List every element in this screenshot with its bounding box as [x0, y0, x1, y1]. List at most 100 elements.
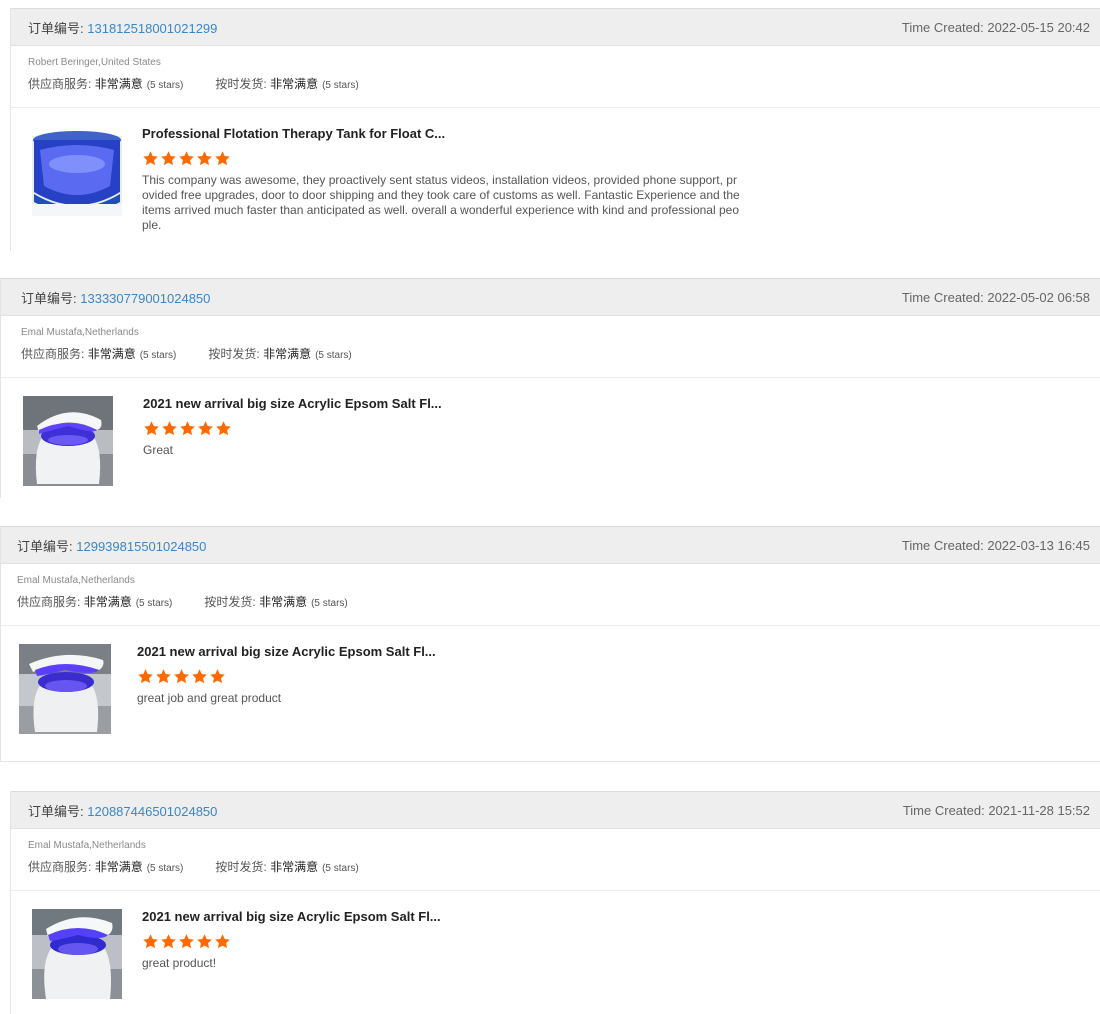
star-icon [191, 668, 208, 685]
review-card: 订单编号: 133330779001024850 Time Created: 2… [0, 278, 1100, 498]
star-icon [160, 150, 177, 167]
review-text: This company was awesome, they proactive… [142, 173, 740, 232]
buyer-name: Robert Beringer,United States [28, 57, 161, 68]
buyer-info: Robert Beringer,United States 供应商服务: 非常满… [11, 46, 1100, 108]
shipping-rating-stars: (5 stars) [311, 598, 348, 609]
order-header: 订单编号: 120887446501024850 Time Created: 2… [11, 791, 1100, 829]
service-rating-value: 非常满意 [94, 860, 143, 874]
star-icon [179, 420, 196, 437]
time-created: Time Created: 2021-11-28 15:52 [902, 802, 1090, 818]
time-created: Time Created: 2022-05-15 20:42 [901, 19, 1090, 35]
product-review: 2021 new arrival big size Acrylic Epsom … [1, 626, 1100, 734]
star-rating [142, 933, 1100, 950]
order-id-group: 订单编号: 131812518001021299 [28, 18, 217, 37]
float-tank-thumbnail[interactable] [32, 126, 122, 216]
shipping-rating-label: 按时发货: [215, 77, 267, 91]
float-pod-thumbnail[interactable] [19, 644, 111, 734]
review-card: 订单编号: 129939815501024850 Time Created: 2… [0, 526, 1100, 762]
order-header: 订单编号: 129939815501024850 Time Created: 2… [1, 526, 1100, 564]
star-icon [142, 933, 159, 950]
shipping-rating-stars: (5 stars) [315, 350, 352, 361]
shipping-rating-value: 非常满意 [270, 77, 319, 91]
supplier-ratings: 供应商服务: 非常满意 (5 stars) 按时发货: 非常满意 (5 stars) [28, 76, 1083, 94]
product-review: 2021 new arrival big size Acrylic Epsom … [1, 378, 1100, 486]
shipping-rating-label: 按时发货: [208, 347, 260, 361]
order-number-link[interactable]: 133330779001024850 [80, 291, 210, 306]
product-review: Professional Flotation Therapy Tank for … [11, 108, 1100, 233]
review-card: 订单编号: 131812518001021299 Time Created: 2… [10, 8, 1100, 251]
supplier-ratings: 供应商服务: 非常满意 (5 stars) 按时发货: 非常满意 (5 stars) [17, 594, 1083, 612]
supplier-ratings: 供应商服务: 非常满意 (5 stars) 按时发货: 非常满意 (5 stars) [21, 346, 1083, 364]
product-title-link[interactable]: 2021 new arrival big size Acrylic Epsom … [137, 644, 1100, 660]
review-text: great job and great product [137, 691, 282, 705]
service-rating-stars: (5 stars) [139, 350, 177, 361]
supplier-ratings: 供应商服务: 非常满意 (5 stars) 按时发货: 非常满意 (5 stars) [28, 859, 1083, 877]
product-review: 2021 new arrival big size Acrylic Epsom … [11, 891, 1100, 999]
star-icon [160, 933, 177, 950]
product-info: 2021 new arrival big size Acrylic Epsom … [142, 909, 1100, 971]
star-icon [214, 150, 231, 167]
star-icon [178, 150, 195, 167]
shipping-rating-label: 按时发货: [204, 595, 256, 609]
review-card: 订单编号: 120887446501024850 Time Created: 2… [10, 791, 1100, 1014]
star-rating [137, 668, 1100, 685]
shipping-rating-stars: (5 stars) [322, 863, 359, 874]
service-rating-value: 非常满意 [83, 595, 132, 609]
star-icon [178, 933, 195, 950]
product-info: 2021 new arrival big size Acrylic Epsom … [137, 644, 1100, 706]
service-rating-value: 非常满意 [87, 347, 136, 361]
order-number-link[interactable]: 131812518001021299 [87, 21, 217, 36]
shipping-rating-value: 非常满意 [270, 860, 319, 874]
service-rating-label: 供应商服务: [17, 595, 81, 609]
star-rating [143, 420, 1100, 437]
star-rating [142, 150, 1100, 167]
order-number-label: 订单编号: [21, 290, 77, 306]
star-icon [161, 420, 178, 437]
buyer-name: Emal Mustafa,Netherlands [17, 575, 135, 586]
shipping-rating-stars: (5 stars) [322, 80, 359, 91]
product-title-link[interactable]: 2021 new arrival big size Acrylic Epsom … [143, 396, 1100, 412]
product-info: Professional Flotation Therapy Tank for … [142, 126, 1100, 233]
star-icon [214, 933, 231, 950]
star-icon [137, 668, 154, 685]
buyer-info: Emal Mustafa,Netherlands 供应商服务: 非常满意 (5 s… [11, 829, 1100, 891]
service-rating-value: 非常满意 [94, 77, 143, 91]
order-id-group: 订单编号: 133330779001024850 [21, 288, 210, 307]
product-title-link[interactable]: 2021 new arrival big size Acrylic Epsom … [142, 909, 1100, 925]
star-icon [196, 150, 213, 167]
star-icon [197, 420, 214, 437]
product-info: 2021 new arrival big size Acrylic Epsom … [143, 396, 1100, 458]
service-rating-label: 供应商服务: [21, 347, 85, 361]
buyer-name: Emal Mustafa,Netherlands [28, 840, 146, 851]
order-number-link[interactable]: 120887446501024850 [87, 804, 217, 819]
order-number-label: 订单编号: [28, 20, 84, 36]
order-header: 订单编号: 131812518001021299 Time Created: 2… [11, 8, 1100, 46]
order-header: 订单编号: 133330779001024850 Time Created: 2… [1, 278, 1100, 316]
review-text: great product! [142, 956, 217, 970]
buyer-name: Emal Mustafa,Netherlands [21, 327, 139, 338]
service-rating-stars: (5 stars) [146, 863, 184, 874]
order-number-link[interactable]: 129939815501024850 [76, 539, 206, 554]
service-rating-stars: (5 stars) [146, 80, 184, 91]
order-id-group: 订单编号: 129939815501024850 [17, 536, 206, 555]
star-icon [142, 150, 159, 167]
product-title-link[interactable]: Professional Flotation Therapy Tank for … [142, 126, 1100, 142]
star-icon [173, 668, 190, 685]
order-number-label: 订单编号: [17, 538, 73, 554]
buyer-info: Emal Mustafa,Netherlands 供应商服务: 非常满意 (5 s… [1, 564, 1100, 626]
star-icon [155, 668, 172, 685]
service-rating-label: 供应商服务: [28, 77, 92, 91]
service-rating-label: 供应商服务: [28, 860, 92, 874]
order-id-group: 订单编号: 120887446501024850 [28, 801, 217, 820]
review-text: Great [143, 443, 174, 457]
star-icon [215, 420, 232, 437]
float-pod-thumbnail[interactable] [32, 909, 122, 999]
shipping-rating-label: 按时发货: [215, 860, 267, 874]
buyer-info: Emal Mustafa,Netherlands 供应商服务: 非常满意 (5 s… [1, 316, 1100, 378]
star-icon [209, 668, 226, 685]
order-number-label: 订单编号: [28, 803, 84, 819]
shipping-rating-value: 非常满意 [263, 347, 312, 361]
float-pod-thumbnail[interactable] [23, 396, 113, 486]
time-created: Time Created: 2022-03-13 16:45 [901, 537, 1090, 553]
time-created: Time Created: 2022-05-02 06:58 [901, 289, 1090, 305]
